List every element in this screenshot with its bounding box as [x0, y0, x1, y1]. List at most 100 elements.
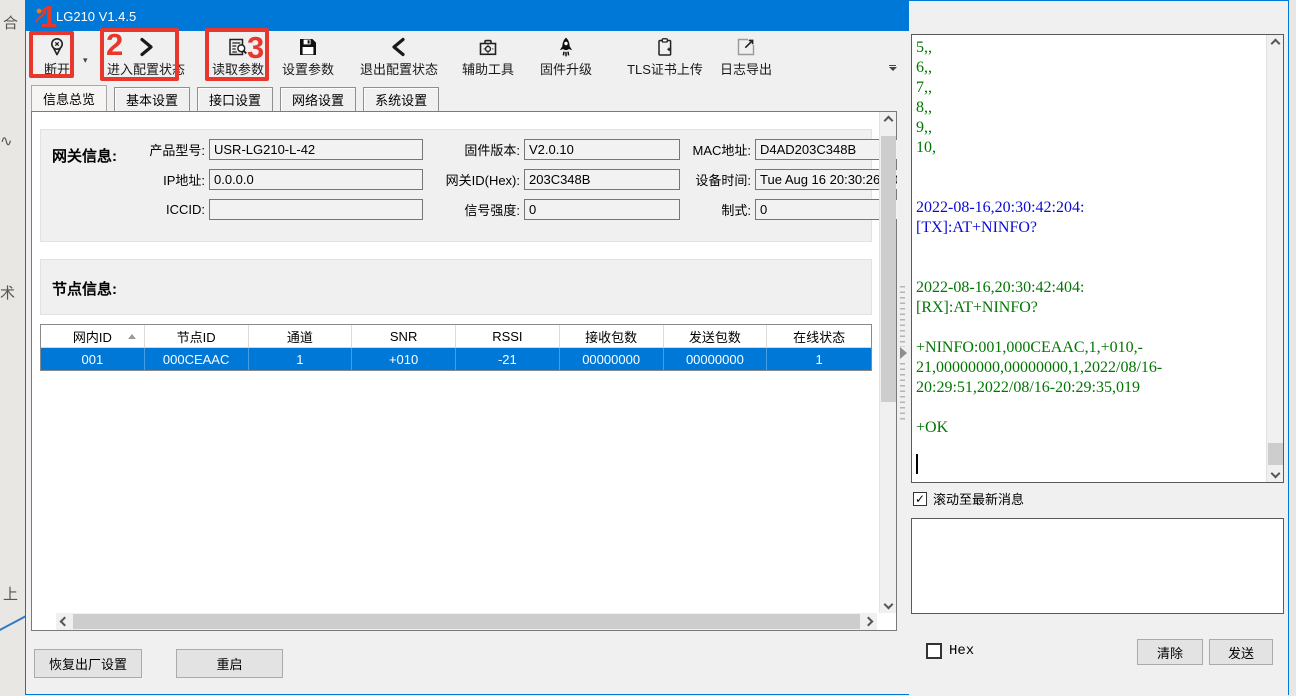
- toolbar-button-8[interactable]: TLS证书上传: [618, 34, 712, 78]
- log-panel: 5,,6,,7,,8,,9,,10, 2022-08-16,20:30:42:2…: [909, 1, 1288, 696]
- node-info-title: 节点信息:: [52, 278, 117, 299]
- annotation-box-1: [29, 31, 74, 78]
- tab-5[interactable]: 系统设置: [363, 87, 439, 112]
- gateway-field: IP地址:0.0.0.0: [141, 169, 423, 190]
- send-input-area[interactable]: [911, 518, 1284, 614]
- scroll-to-latest-checkbox[interactable]: ✓: [913, 492, 927, 506]
- background-window-fragment: 合: [3, 12, 18, 33]
- log-export-icon: [735, 34, 757, 58]
- table-cell: 00000000: [560, 348, 664, 370]
- column-header-7[interactable]: 发送包数: [664, 325, 768, 347]
- log-output-area[interactable]: 5,,6,,7,,8,,9,,10, 2022-08-16,20:30:42:2…: [911, 34, 1284, 483]
- log-scroll-thumb[interactable]: [1268, 443, 1283, 465]
- column-header-3[interactable]: 通道: [249, 325, 353, 347]
- node-info-group: 节点信息:: [40, 259, 872, 315]
- factory-reset-button[interactable]: 恢复出厂设置: [34, 649, 142, 678]
- toolbar-button-9[interactable]: 日志导出: [714, 34, 778, 78]
- vertical-scroll-thumb[interactable]: [881, 136, 896, 402]
- log-line: [TX]:AT+NINFO?: [916, 218, 1263, 238]
- save-icon: [297, 34, 319, 58]
- toolbar-button-label: TLS证书上传: [627, 59, 703, 78]
- table-cell: 1: [249, 348, 353, 370]
- gateway-field: 固件版本:V2.0.10: [432, 139, 680, 160]
- scroll-down-arrow-icon[interactable]: [880, 596, 897, 613]
- firmware-rocket-icon: [555, 34, 577, 58]
- scroll-right-arrow-icon[interactable]: [860, 613, 877, 630]
- toolbar-overflow-button[interactable]: [886, 59, 899, 76]
- tab-2[interactable]: 基本设置: [114, 87, 190, 112]
- overflow-chevron-icon: [889, 67, 897, 71]
- content-vertical-scrollbar[interactable]: [879, 112, 896, 613]
- info-overview-panel: 网关信息: 产品型号:USR-LG210-L-42固件版本:V2.0.10MAC…: [31, 111, 897, 631]
- toolbar-button-label: 辅助工具: [462, 59, 514, 78]
- send-button[interactable]: 发送: [1209, 639, 1273, 665]
- toolbox-icon: [477, 34, 499, 58]
- table-cell: 000CEAAC: [145, 348, 249, 370]
- field-value-input[interactable]: [209, 199, 423, 220]
- log-line: +NINFO:001,000CEAAC,1,+010,-: [916, 338, 1263, 358]
- toolbar-button-6[interactable]: 辅助工具: [456, 34, 520, 78]
- log-scrollbar[interactable]: [1266, 35, 1283, 482]
- column-header-1[interactable]: 网内ID: [41, 325, 145, 347]
- table-cell: +010: [352, 348, 456, 370]
- restart-button[interactable]: 重启: [176, 649, 283, 678]
- field-label: 产品型号:: [141, 140, 209, 159]
- field-value-input[interactable]: USR-LG210-L-42: [209, 139, 423, 160]
- tab-3[interactable]: 接口设置: [197, 87, 273, 112]
- horizontal-scroll-thumb[interactable]: [73, 614, 860, 629]
- disconnect-dropdown-icon[interactable]: ▾: [83, 55, 88, 66]
- log-line: [916, 258, 1263, 278]
- hex-checkbox[interactable]: [926, 643, 942, 659]
- field-label: 固件版本:: [432, 140, 524, 159]
- table-cell: 1: [767, 348, 871, 370]
- content-horizontal-scrollbar[interactable]: [56, 613, 877, 630]
- scroll-left-arrow-icon[interactable]: [56, 613, 73, 630]
- gateway-info-group: 网关信息: 产品型号:USR-LG210-L-42固件版本:V2.0.10MAC…: [40, 129, 872, 242]
- toolbar-button-7[interactable]: 固件升级: [534, 34, 598, 78]
- scroll-up-arrow-icon[interactable]: [880, 112, 897, 129]
- annotation-number-3: 3: [247, 32, 264, 63]
- toolbar-button-5[interactable]: 退出配置状态: [354, 34, 444, 78]
- column-header-2[interactable]: 节点ID: [145, 325, 249, 347]
- log-line: 20:29:51,2022/08/16-20:29:35,019: [916, 378, 1263, 398]
- overflow-bar-icon: [889, 65, 896, 66]
- field-value-input[interactable]: 203C348B: [524, 169, 680, 190]
- log-scroll-up-icon[interactable]: [1267, 35, 1284, 52]
- column-header-5[interactable]: RSSI: [456, 325, 560, 347]
- tab-4[interactable]: 网络设置: [280, 87, 356, 112]
- log-line: [916, 318, 1263, 338]
- background-window-fragment: 术: [0, 282, 15, 303]
- column-header-8[interactable]: 在线状态: [767, 325, 871, 347]
- column-header-6[interactable]: 接收包数: [560, 325, 664, 347]
- log-scroll-down-icon[interactable]: [1267, 465, 1284, 482]
- field-label: 信号强度:: [432, 200, 524, 219]
- panel-splitter[interactable]: [897, 111, 909, 631]
- log-line: [916, 238, 1263, 258]
- clear-button[interactable]: 清除: [1137, 639, 1203, 665]
- hex-label: Hex: [949, 643, 974, 659]
- table-cell: 001: [41, 348, 145, 370]
- window-title: LG210 V1.4.5: [56, 9, 136, 24]
- table-row[interactable]: 001000CEAAC1+010-2100000000000000001: [41, 348, 871, 370]
- log-line: [916, 178, 1263, 198]
- tab-1[interactable]: 信息总览: [31, 85, 107, 112]
- field-value-input[interactable]: 0: [524, 199, 680, 220]
- column-header-4[interactable]: SNR: [352, 325, 456, 347]
- field-label: ICCID:: [141, 202, 209, 217]
- field-label: 网关ID(Hex):: [432, 170, 524, 189]
- field-value-input[interactable]: V2.0.10: [524, 139, 680, 160]
- toolbar-button-4[interactable]: 设置参数: [276, 34, 340, 78]
- chevron-left-icon: [388, 34, 410, 58]
- toolbar-button-label: 日志导出: [720, 59, 772, 78]
- gateway-info-title: 网关信息:: [52, 145, 117, 166]
- field-value-input[interactable]: 0.0.0.0: [209, 169, 423, 190]
- background-window-fragment: 上: [3, 583, 18, 604]
- splitter-collapse-icon[interactable]: [900, 347, 907, 359]
- table-cell: 00000000: [664, 348, 768, 370]
- log-line: 10,: [916, 138, 1263, 158]
- log-line: [916, 158, 1263, 178]
- log-line: 7,,: [916, 78, 1263, 98]
- app-window: LG210 V1.4.5 ✕ 断开进入配置状态读取参数设置参数退出配置状态辅助工…: [25, 0, 1289, 695]
- toolbar-button-label: 固件升级: [540, 59, 592, 78]
- log-line: 8,,: [916, 98, 1263, 118]
